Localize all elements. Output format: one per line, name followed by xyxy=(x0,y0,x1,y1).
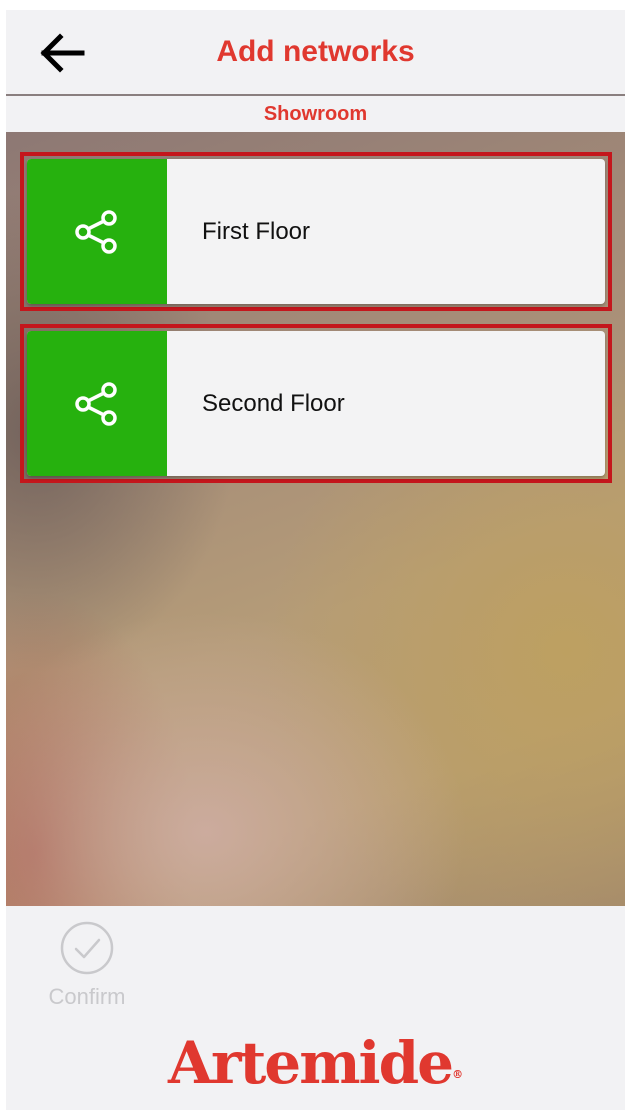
network-card: First Floor xyxy=(27,159,605,304)
header-divider xyxy=(6,94,625,96)
screen-frame: Add networks Showroom First Floor Second… xyxy=(6,10,625,1110)
network-list-area: First Floor Second Floor xyxy=(6,132,625,906)
network-item-first-floor[interactable]: First Floor xyxy=(20,152,612,311)
network-icon-box xyxy=(27,159,167,304)
confirm-label: Confirm xyxy=(48,984,126,1009)
network-label: First Floor xyxy=(202,217,310,245)
check-circle-icon xyxy=(60,921,114,975)
network-card: Second Floor xyxy=(27,331,605,476)
share-icon xyxy=(75,381,117,426)
page-title: Add networks xyxy=(216,35,415,68)
share-icon xyxy=(75,209,117,254)
brand-logo: Artemide® xyxy=(6,1028,625,1098)
location-subtitle: Showroom xyxy=(263,103,368,125)
app-screen: Add networks Showroom First Floor Second… xyxy=(0,0,625,1110)
network-item-second-floor[interactable]: Second Floor xyxy=(20,324,612,483)
confirm-button[interactable]: Confirm xyxy=(42,916,142,1012)
network-icon-box xyxy=(27,331,167,476)
network-label: Second Floor xyxy=(202,389,345,417)
registered-mark: ® xyxy=(452,1068,464,1081)
app-header: Add networks xyxy=(6,10,625,94)
logo-text: Artemide xyxy=(167,1029,454,1097)
